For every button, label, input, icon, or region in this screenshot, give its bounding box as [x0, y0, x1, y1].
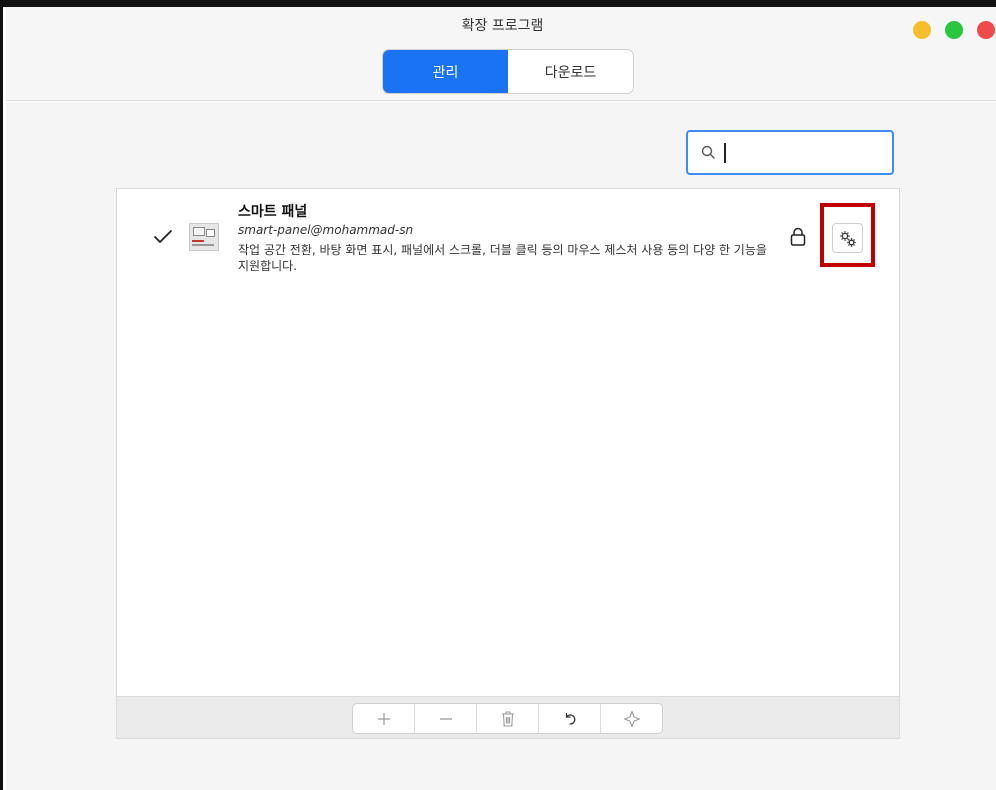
lock-icon [790, 227, 806, 246]
favorite-button[interactable] [601, 704, 662, 733]
search-input[interactable] [728, 140, 888, 166]
add-icon [377, 712, 390, 725]
text-cursor [724, 143, 726, 163]
list-toolbar [117, 696, 899, 738]
reload-button[interactable] [539, 704, 601, 733]
undo-icon [565, 712, 575, 725]
settings-button[interactable] [832, 223, 863, 253]
window-title: 확장 프로그램 [461, 18, 544, 34]
extension-name: 스마트 패널 [238, 204, 308, 220]
enabled-check-icon[interactable] [153, 229, 173, 245]
extension-icon [189, 223, 219, 251]
trash-icon [501, 710, 514, 727]
close-button[interactable] [977, 21, 995, 39]
add-button[interactable] [353, 704, 415, 733]
tab-switcher: 관리 다운로드 [382, 49, 634, 94]
search-field[interactable] [686, 130, 894, 175]
extension-uuid: smart-panel@mohammad-sn [238, 223, 414, 237]
tab-manage[interactable]: 관리 [383, 50, 508, 93]
extension-row[interactable]: 스마트 패널 smart-panel@mohammad-sn 작업 공간 전환,… [117, 189, 899, 285]
maximize-button[interactable] [945, 21, 963, 39]
remove-button[interactable] [415, 704, 477, 733]
star-icon [623, 710, 640, 727]
minimize-button[interactable] [913, 21, 931, 39]
gears-icon [840, 231, 856, 247]
delete-button[interactable] [477, 704, 539, 733]
toolbar-button-group [352, 703, 663, 734]
title-bar: 확장 프로그램 [6, 7, 996, 41]
extensions-window: 확장 프로그램 관리 다운로드 스마트 패널 smart-panel@moham… [0, 0, 996, 790]
extension-description: 작업 공간 전환, 바탕 화면 표시, 패널에서 스크롤, 더블 클릭 등의 마… [238, 243, 767, 273]
header-bar: 관리 다운로드 [6, 41, 996, 101]
main-content: 스마트 패널 smart-panel@mohammad-sn 작업 공간 전환,… [6, 102, 996, 790]
tab-download[interactable]: 다운로드 [508, 50, 633, 93]
search-icon [701, 145, 715, 159]
extension-list: 스마트 패널 smart-panel@mohammad-sn 작업 공간 전환,… [116, 188, 900, 739]
remove-icon [439, 717, 452, 720]
